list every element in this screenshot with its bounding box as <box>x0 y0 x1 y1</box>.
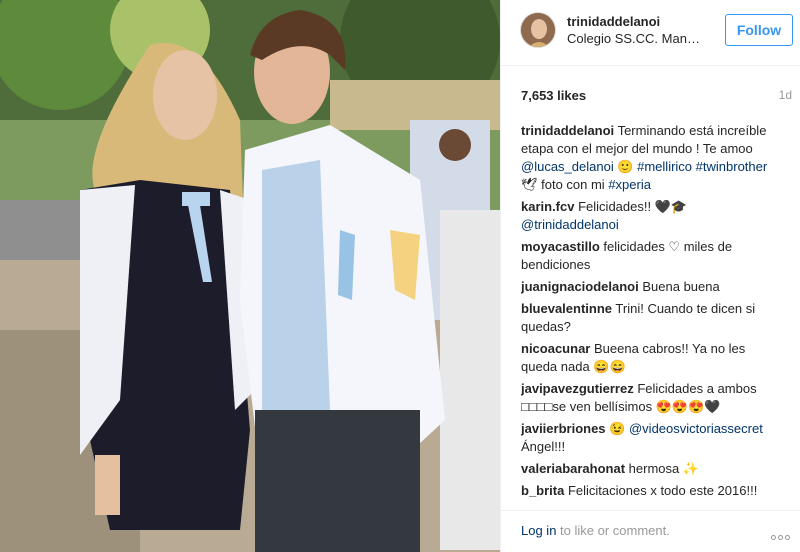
comment-text: 🙂 <box>613 159 638 174</box>
comment-tag-link[interactable]: #twinbrother <box>696 159 768 174</box>
comment: b_brita Felicitaciones x todo este 2016!… <box>521 482 783 498</box>
comment-username[interactable]: valeriabarahonat <box>521 461 625 476</box>
comment-username[interactable]: karin.fcv <box>521 199 574 214</box>
login-prompt: Log in to like or comment. <box>521 523 670 538</box>
location-link[interactable]: Colegio SS.CC. Manquehue <box>567 31 707 46</box>
comment-username[interactable]: juanignaciodelanoi <box>521 279 639 294</box>
comment-tag-link[interactable]: @lucas_delanoi <box>521 159 614 174</box>
post-header: trinidaddelanoi Colegio SS.CC. Manquehue… <box>501 0 800 66</box>
comment-username[interactable]: b_brita <box>521 483 564 498</box>
avatar[interactable] <box>520 12 556 48</box>
comment-username[interactable]: trinidaddelanoi <box>521 123 614 138</box>
login-link[interactable]: Log in <box>521 523 556 538</box>
post-time[interactable]: 1d <box>779 88 792 102</box>
comment-text: Buena buena <box>642 279 720 294</box>
dot-icon <box>771 535 776 540</box>
comment-text: Felicidades!! 🖤🎓 <box>578 199 688 214</box>
comment: javipavezgutierrez Felicidades a ambos □… <box>521 380 783 416</box>
comment-tag-link[interactable]: #mellirico <box>637 159 692 174</box>
comment: javiierbriones 😉 @videosvictoriassecret … <box>521 420 783 456</box>
comment-text: 🕊 foto con mi <box>521 177 609 192</box>
comment: bluevalentinne Trini! Cuando te dicen si… <box>521 300 783 336</box>
comment-text: hermosa ✨ <box>628 461 700 476</box>
more-options-icon[interactable] <box>769 527 793 540</box>
dot-icon <box>778 535 783 540</box>
comment: juanignaciodelanoi Buena buena <box>521 278 783 296</box>
comment-tag-link[interactable]: #xperia <box>608 177 651 192</box>
comment-text: Felicitaciones x todo este 2016!!! <box>567 483 758 498</box>
dot-icon <box>785 535 790 540</box>
comment-username[interactable]: javipavezgutierrez <box>521 381 634 396</box>
follow-button[interactable]: Follow <box>725 14 793 46</box>
likes-count[interactable]: 7,653 likes <box>521 88 586 103</box>
post-footer: Log in to like or comment. <box>501 510 800 552</box>
username-link[interactable]: trinidaddelanoi <box>567 14 660 29</box>
comment-tag-link[interactable]: @trinidaddelanoi <box>521 217 619 232</box>
comment: trinidaddelanoi Terminando está increíbl… <box>521 122 783 194</box>
comment-text: 😉 <box>609 421 629 436</box>
comment-username[interactable]: nicoacunar <box>521 341 590 356</box>
comments-list: trinidaddelanoi Terminando está increíbl… <box>521 122 783 498</box>
comment-username[interactable]: moyacastillo <box>521 239 600 254</box>
post-meta: 7,653 likes 1d <box>501 66 800 108</box>
comment: karin.fcv Felicidades!! 🖤🎓 @trinidaddela… <box>521 198 783 234</box>
comment-username[interactable]: javiierbriones <box>521 421 606 436</box>
login-prompt-text: to like or comment. <box>556 523 670 538</box>
avatar-icon <box>521 13 555 47</box>
comment-text: Ángel!!! <box>521 439 566 454</box>
post-photo[interactable] <box>0 0 500 552</box>
comment-username[interactable]: bluevalentinne <box>521 301 612 316</box>
comment-tag-link[interactable]: @videosvictoriassecret <box>629 421 763 436</box>
comment: nicoacunar Bueena cabros!! Ya no les que… <box>521 340 783 376</box>
post-side-panel: trinidaddelanoi Colegio SS.CC. Manquehue… <box>500 0 800 552</box>
photo-illustration <box>0 0 500 552</box>
comment: valeriabarahonat hermosa ✨ <box>521 460 783 478</box>
comment: moyacastillo felicidades ♡ miles de bend… <box>521 238 783 274</box>
